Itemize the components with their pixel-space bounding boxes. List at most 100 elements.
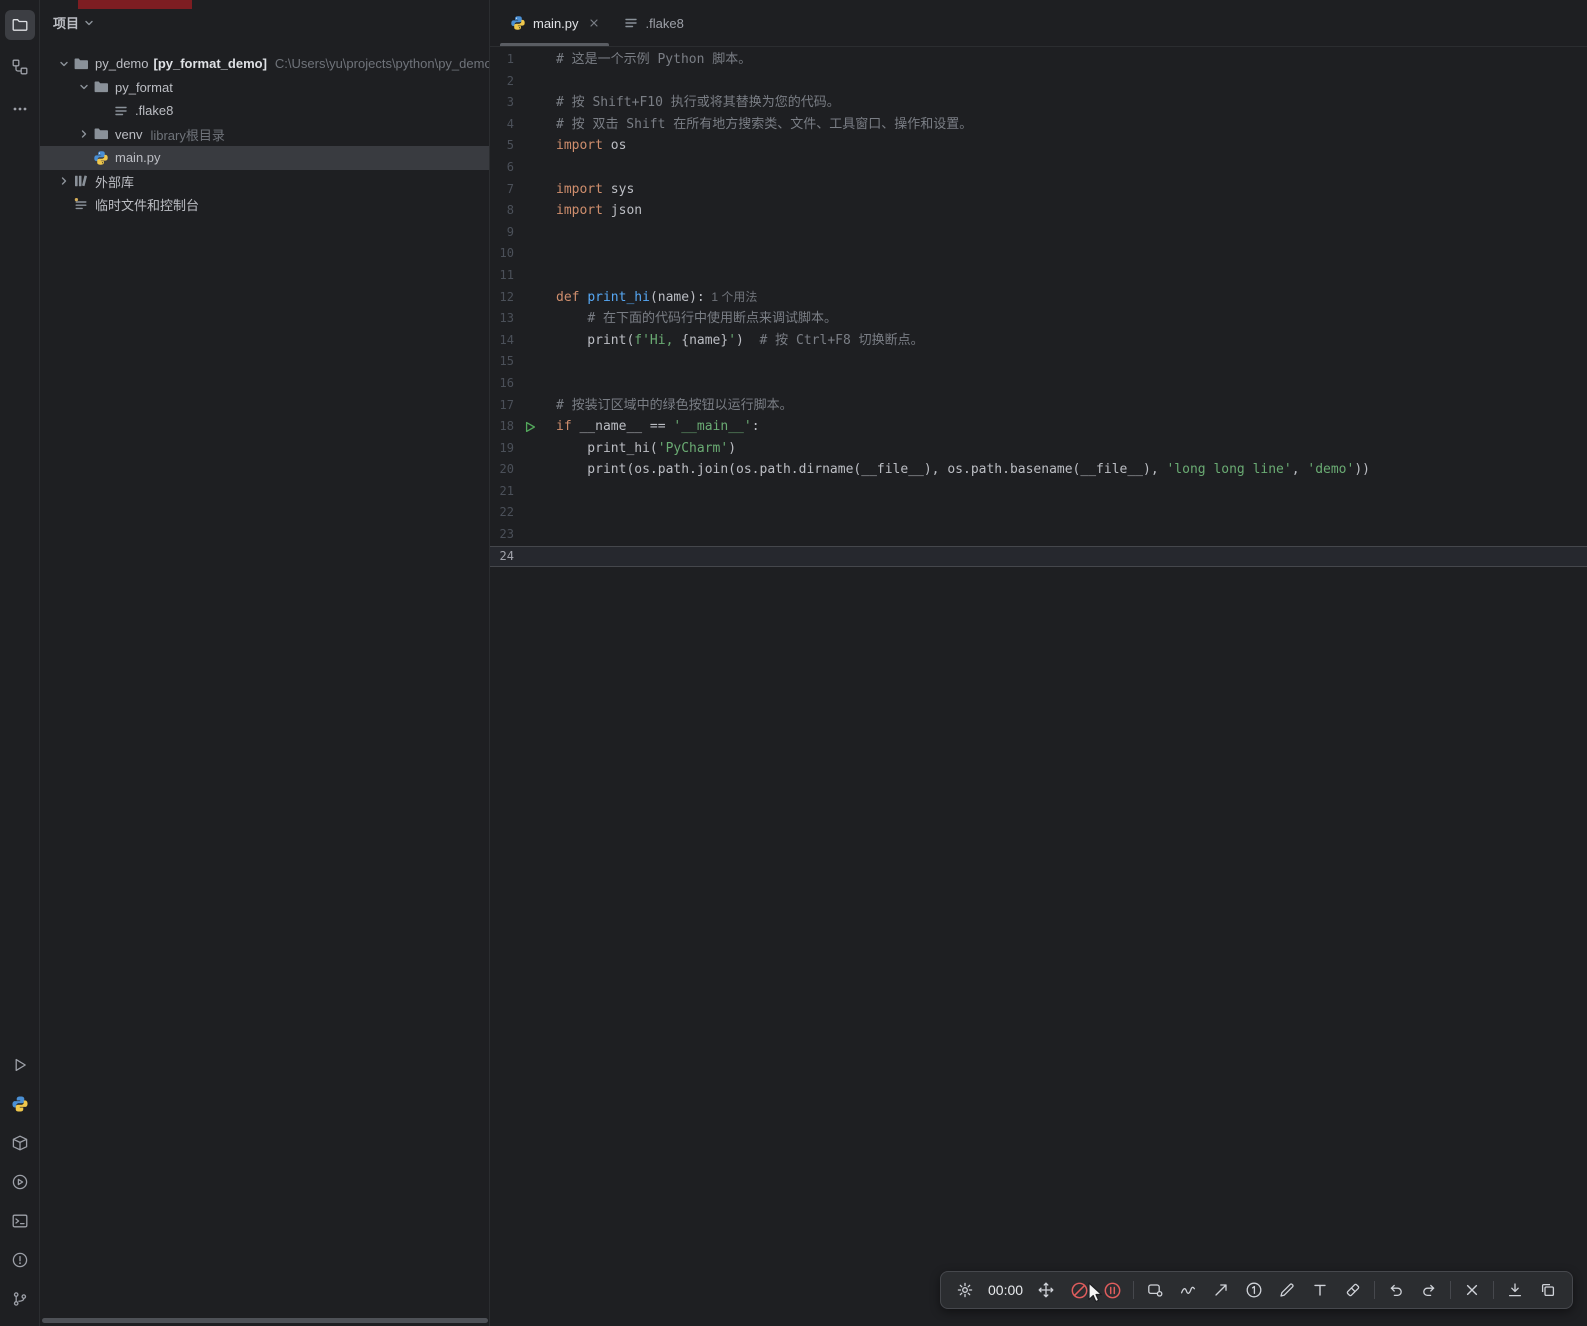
close-icon (1463, 1281, 1481, 1299)
tree-item[interactable]: .flake8 (40, 99, 489, 123)
activity-problems-button[interactable] (5, 1245, 35, 1275)
editor-tab-flake8[interactable]: .flake8 (611, 0, 696, 46)
code-line[interactable]: 3 # 按 Shift+F10 执行或将其替换为您的代码。 (490, 92, 1587, 114)
code-text: print_hi('PyCharm') (546, 438, 736, 460)
code-line[interactable]: 19 print_hi('PyCharm') (490, 438, 1587, 460)
code-line[interactable]: 24 (490, 545, 1587, 568)
code-line[interactable]: 5 import os (490, 135, 1587, 157)
code-line[interactable]: 6 (490, 157, 1587, 179)
chevron-right-icon[interactable] (55, 173, 73, 189)
run-gutter-icon[interactable] (514, 416, 546, 438)
recorder-pause-button[interactable] (1097, 1275, 1127, 1305)
tree-item[interactable]: main.py (40, 146, 489, 170)
code-line[interactable]: 7 import sys (490, 179, 1587, 201)
activity-run-button[interactable] (5, 1050, 35, 1080)
squiggle-icon (1179, 1281, 1197, 1299)
line-number: 1 (506, 52, 514, 66)
folder-icon (93, 126, 109, 142)
chevron-down-icon[interactable] (75, 79, 93, 95)
code-line[interactable]: 8 import json (490, 200, 1587, 222)
activity-structure-button[interactable] (5, 52, 35, 82)
code-line[interactable]: 21 (490, 481, 1587, 503)
recorder-redo-button[interactable] (1414, 1275, 1444, 1305)
gutter (514, 502, 546, 524)
code-line[interactable]: 22 (490, 502, 1587, 524)
redo-icon (1420, 1281, 1438, 1299)
code-line[interactable]: 11 (490, 265, 1587, 287)
line-number: 8 (506, 203, 514, 218)
recorder-settings-button[interactable] (950, 1275, 980, 1305)
code-line[interactable]: 9 (490, 222, 1587, 244)
line-number: 22 (499, 505, 514, 520)
code-line[interactable]: 14 print(f'Hi, {name}') # 按 Ctrl+F8 切换断点… (490, 330, 1587, 352)
code-line[interactable]: 4 # 按 双击 Shift 在所有地方搜索类、文件、工具窗口、操作和设置。 (490, 114, 1587, 136)
recorder-undo-button[interactable] (1381, 1275, 1411, 1305)
code-line[interactable]: 12 def print_hi(name): 1 个用法 (490, 287, 1587, 309)
recorder-arrow-tool-button[interactable] (1206, 1275, 1236, 1305)
activity-project-button[interactable] (4, 10, 35, 40)
code-line[interactable]: 15 (490, 351, 1587, 373)
close-icon[interactable] (589, 18, 599, 28)
gutter (514, 546, 546, 568)
tree-item[interactable]: 临时文件和控制台 (40, 193, 489, 217)
recorder-close-button[interactable] (1457, 1275, 1487, 1305)
code-token: )) (1354, 462, 1370, 478)
recorder-shape-tool-button[interactable] (1140, 1275, 1170, 1305)
editor-tab-main-py[interactable]: main.py (498, 0, 611, 46)
line-number: 16 (499, 375, 514, 390)
tree-item[interactable]: 外部库 (40, 170, 489, 194)
code-token: : (751, 419, 760, 435)
chevron-down-icon[interactable] (55, 56, 73, 72)
pause-icon (1103, 1281, 1122, 1300)
record-off-icon (1070, 1281, 1089, 1300)
activity-version-control-button[interactable] (5, 1284, 35, 1314)
code-line[interactable]: 2 (490, 71, 1587, 93)
recorder-record-disabled-button[interactable] (1064, 1275, 1094, 1305)
code-line[interactable]: 10 (490, 243, 1587, 265)
gutter (514, 287, 546, 309)
recorder-freehand-tool-button[interactable] (1173, 1275, 1203, 1305)
recorder-eraser-tool-button[interactable] (1338, 1275, 1368, 1305)
gutter (514, 243, 546, 265)
activity-services-button[interactable] (5, 1167, 35, 1197)
editor-code[interactable]: 1 # 这是一个示例 Python 脚本。 2 3 # 按 Shift+F10 执行或将… (490, 47, 1587, 1326)
code-token: def (556, 289, 588, 305)
code-line[interactable]: 13 # 在下面的代码行中使用断点来调试脚本。 (490, 308, 1587, 330)
code-line[interactable]: 18 if __name__ == '__main__': (490, 416, 1587, 438)
code-line[interactable]: 1 # 这是一个示例 Python 脚本。 (490, 49, 1587, 71)
chevron-down-icon[interactable] (83, 17, 95, 29)
code-line[interactable]: 23 (490, 524, 1587, 546)
activity-more-tool-windows-button[interactable] (5, 94, 35, 124)
recorder-save-download-button[interactable] (1500, 1275, 1530, 1305)
tree-item[interactable]: py_format (40, 76, 489, 100)
text-icon (1311, 1281, 1329, 1299)
code-text: import json (546, 200, 642, 222)
activity-python-console-button[interactable] (5, 1089, 35, 1119)
recorder-move-button[interactable] (1031, 1275, 1061, 1305)
recorder-text-tool-button[interactable] (1305, 1275, 1335, 1305)
code-line[interactable]: 16 (490, 373, 1587, 395)
recorder-counter-tool-button[interactable] (1239, 1275, 1269, 1305)
chevron-right-icon[interactable] (75, 126, 93, 142)
activity-python-packages-button[interactable] (5, 1128, 35, 1158)
line-number: 4 (506, 116, 514, 131)
code-line[interactable]: 17 # 按装订区域中的绿色按钮以运行脚本。 (490, 395, 1587, 417)
activity-terminal-button[interactable] (5, 1206, 35, 1236)
tree-item[interactable]: py_demo [py_format_demo] C:\Users\yu\proje… (40, 52, 489, 76)
code-line[interactable]: 20 print(os.path.join(os.path.dirname(__… (490, 459, 1587, 481)
editor-tab-label: .flake8 (645, 15, 684, 31)
project-panel-hscrollbar[interactable] (42, 1318, 488, 1323)
recorder-pencil-tool-button[interactable] (1272, 1275, 1302, 1305)
line-number: 10 (499, 246, 514, 261)
tree-item[interactable]: venv library根目录 (40, 123, 489, 147)
tree-item-label: 临时文件和控制台 (95, 198, 200, 214)
folder-icon (93, 79, 109, 95)
recorder-copy-frame-button[interactable] (1533, 1275, 1563, 1305)
line-number: 7 (506, 181, 514, 196)
line-number: 6 (506, 159, 514, 174)
